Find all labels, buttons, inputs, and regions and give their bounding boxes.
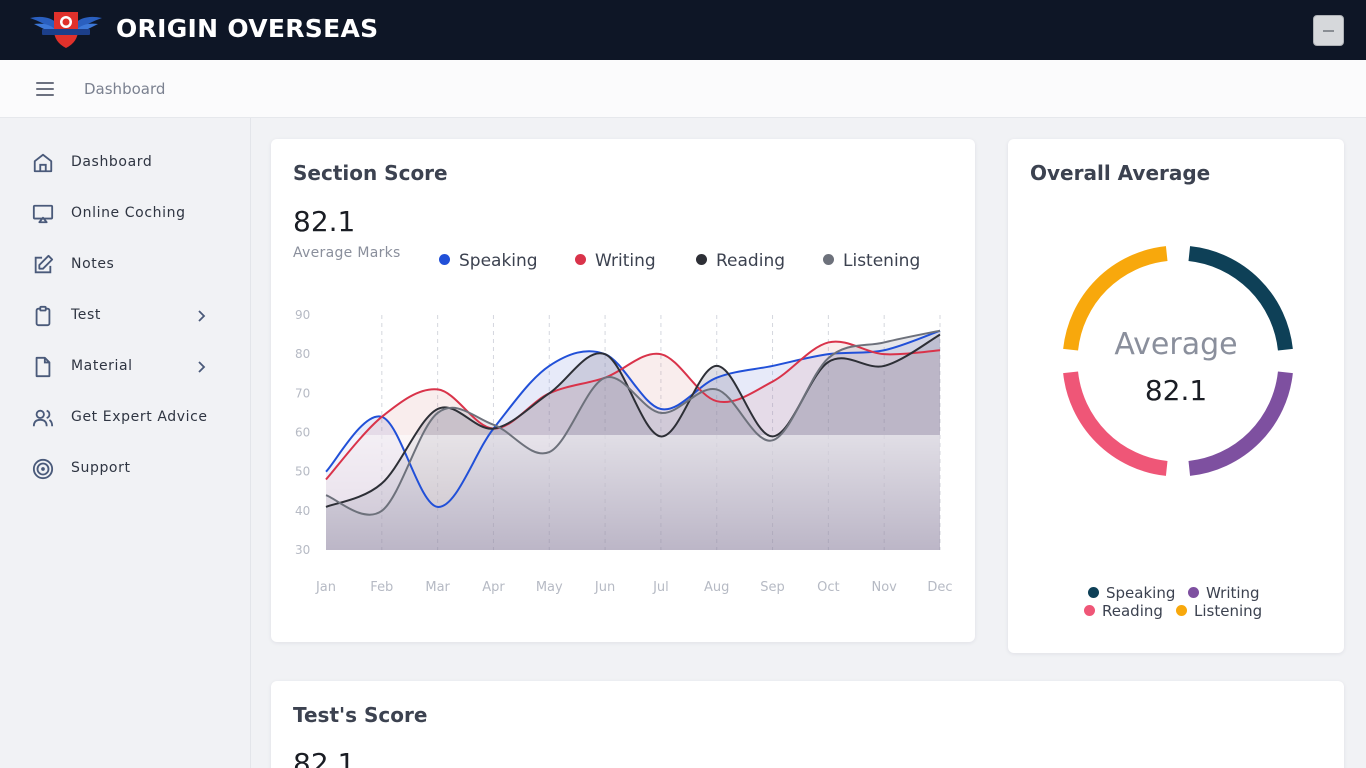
sidebar-item-online-coaching[interactable]: Online Coching (0, 192, 250, 236)
x-tick-label: Jul (652, 580, 669, 595)
x-tick-label: Jun (594, 580, 615, 595)
x-tick-label: Sep (760, 580, 785, 595)
page-header: Dashboard (0, 60, 1366, 118)
breadcrumb: Dashboard (84, 80, 166, 98)
y-tick-label: 70 (295, 386, 310, 400)
legend-dot (1188, 587, 1199, 598)
minimize-button[interactable] (1313, 15, 1344, 46)
minus-icon (1323, 30, 1334, 32)
top-navbar: ORIGIN OVERSEAS (0, 0, 1366, 60)
donut-center-value: 82.1 (1144, 374, 1208, 407)
x-tick-label: Mar (425, 580, 450, 595)
chevron-right-icon (198, 361, 206, 373)
donut-legend-reading[interactable]: Reading (1084, 602, 1163, 620)
chevron-right-icon (198, 310, 206, 322)
sidebar: Dashboard Online Coching Notes Test Mate… (0, 118, 251, 768)
donut-legend-listening[interactable]: Listening (1176, 602, 1262, 620)
legend-dot (1176, 605, 1187, 616)
donut-legend-speaking[interactable]: Speaking (1088, 584, 1175, 602)
y-tick-label: 90 (295, 308, 310, 322)
donut-legend-writing[interactable]: Writing (1188, 584, 1260, 602)
clipboard-icon (35, 305, 51, 327)
menu-toggle-icon[interactable] (36, 81, 54, 97)
sidebar-item-label: Notes (71, 256, 115, 272)
sidebar-item-label: Support (71, 460, 131, 476)
section-score-chart: 30 40 50 60 70 80 90 Jan Feb Mar Apr May Jun Jul Aug Se… (295, 308, 953, 595)
brand-logo[interactable] (28, 8, 104, 52)
area-fade (326, 435, 940, 550)
brand-name: ORIGIN OVERSEAS (116, 14, 379, 43)
y-tick-label: 30 (295, 543, 310, 557)
x-tick-label: Apr (482, 580, 505, 595)
x-tick-label: Aug (704, 580, 729, 595)
tests-score-card: Test's Score 82.1 (271, 681, 1344, 768)
y-tick-label: 40 (295, 504, 310, 518)
sidebar-item-expert-advice[interactable]: Get Expert Advice (0, 396, 250, 440)
tests-score-value: 82.1 (293, 747, 356, 768)
section-score-card: Section Score 82.1 Average Marks Speakin… (271, 139, 975, 642)
legend-dot (1088, 587, 1099, 598)
overall-average-card: Overall Average Average 82.1 Speaking Wr… (1008, 139, 1344, 653)
legend-dot (1084, 605, 1095, 616)
home-icon (33, 153, 53, 173)
sidebar-item-label: Online Coching (71, 205, 186, 221)
sidebar-item-label: Dashboard (71, 154, 153, 170)
y-tick-label: 80 (295, 347, 310, 361)
y-tick-label: 50 (295, 465, 310, 479)
x-tick-label: Feb (370, 580, 393, 595)
sidebar-item-label: Material (71, 358, 133, 374)
target-icon (32, 458, 54, 480)
sidebar-item-test[interactable]: Test (0, 294, 250, 338)
sidebar-item-dashboard[interactable]: Dashboard (0, 141, 250, 185)
y-tick-label: 60 (295, 426, 310, 440)
sidebar-item-label: Get Expert Advice (71, 409, 208, 425)
edit-icon (34, 254, 54, 274)
x-tick-label: Dec (927, 580, 952, 595)
donut-center-label: Average (1114, 327, 1238, 362)
sidebar-item-label: Test (71, 307, 101, 323)
card-title: Test's Score (293, 703, 428, 727)
file-icon (35, 356, 51, 378)
sidebar-item-material[interactable]: Material (0, 345, 250, 389)
monitor-icon (32, 204, 54, 224)
sidebar-item-notes[interactable]: Notes (0, 243, 250, 287)
sidebar-item-support[interactable]: Support (0, 447, 250, 491)
x-tick-label: Jan (315, 580, 336, 595)
users-icon (32, 409, 54, 427)
x-tick-label: May (536, 580, 563, 595)
x-tick-label: Nov (871, 580, 897, 595)
x-tick-label: Oct (817, 580, 839, 595)
